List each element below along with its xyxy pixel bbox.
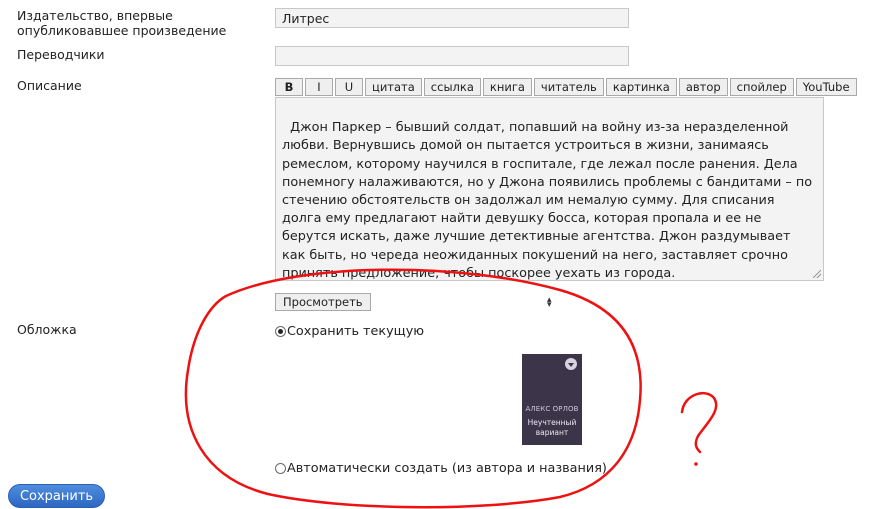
preview-button[interactable]: Просмотреть bbox=[275, 293, 371, 311]
spoiler-button[interactable]: спойлер bbox=[729, 78, 794, 96]
publisher-label: Издательство, впервые опубликовавшее про… bbox=[17, 8, 226, 38]
description-textarea[interactable]: Джон Паркер – бывший солдат, попавший на… bbox=[275, 97, 824, 281]
bold-button[interactable]: B bbox=[275, 78, 303, 96]
author-button[interactable]: автор bbox=[678, 78, 728, 96]
red-question-mark-annotation bbox=[680, 392, 718, 454]
underline-button[interactable]: U bbox=[335, 78, 363, 96]
save-button[interactable]: Сохранить bbox=[8, 484, 105, 508]
translators-input[interactable] bbox=[275, 46, 629, 66]
publisher-input[interactable] bbox=[275, 8, 629, 28]
description-label: Описание bbox=[17, 78, 82, 93]
cover-label: Обложка bbox=[17, 322, 77, 337]
resize-handle-icon[interactable] bbox=[813, 270, 821, 278]
updown-arrows-icon: ▴ ▾ bbox=[547, 295, 552, 310]
description-text: Джон Паркер – бывший солдат, попавший на… bbox=[282, 120, 817, 281]
quote-button[interactable]: цитата bbox=[365, 78, 422, 96]
cover-title: Неучтенный вариант bbox=[527, 418, 577, 437]
cover-keep-option[interactable]: Сохранить текущую bbox=[275, 324, 424, 339]
translators-label: Переводчики bbox=[17, 47, 105, 62]
book-cover-image: АЛЕКС ОРЛОВ Неучтенный вариант bbox=[522, 354, 582, 445]
publisher-label-line2: опубликовавшее произведение bbox=[17, 23, 227, 38]
radio-unchecked-icon[interactable] bbox=[275, 463, 286, 474]
formatting-toolbar: B I U цитата ссылка книга читатель карти… bbox=[275, 78, 857, 96]
image-button[interactable]: картинка bbox=[605, 78, 677, 96]
cover-auto-label: Автоматически создать (из автора и назва… bbox=[287, 461, 607, 476]
radio-checked-icon[interactable] bbox=[275, 326, 286, 337]
italic-button[interactable]: I bbox=[305, 78, 333, 96]
youtube-button[interactable]: YouTube bbox=[795, 78, 857, 96]
cover-auto-option[interactable]: Автоматически создать (из автора и назва… bbox=[275, 461, 607, 476]
link-button[interactable]: ссылка bbox=[423, 78, 481, 96]
publisher-label-line1: Издательство, впервые bbox=[17, 8, 173, 23]
book-button[interactable]: книга bbox=[482, 78, 532, 96]
cover-keep-label: Сохранить текущую bbox=[287, 324, 425, 339]
cover-author: АЛЕКС ОРЛОВ bbox=[525, 405, 579, 413]
red-question-dot-annotation bbox=[694, 462, 698, 466]
reader-button[interactable]: читатель bbox=[533, 78, 604, 96]
cover-badge-icon bbox=[565, 358, 577, 370]
